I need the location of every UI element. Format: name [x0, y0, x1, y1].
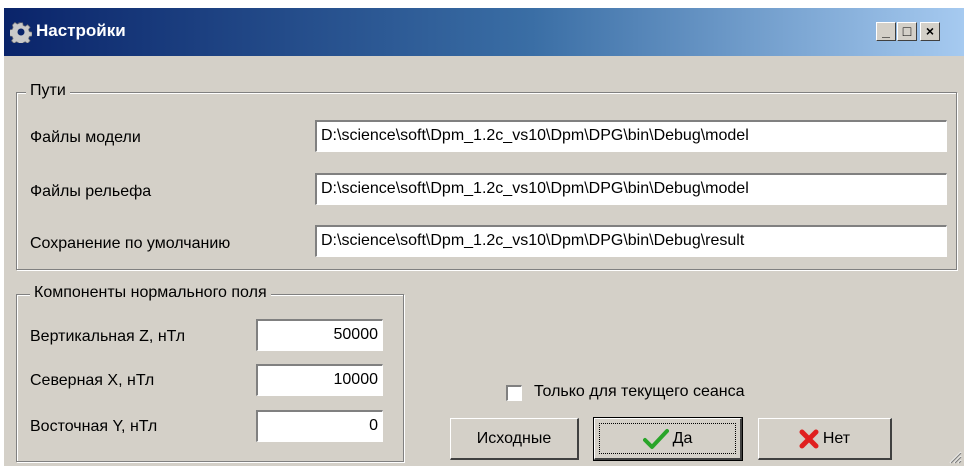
gear-icon [10, 22, 32, 43]
focus-rect [599, 423, 736, 454]
vertical-z-input[interactable]: 50000 [256, 319, 383, 351]
window-title: Настройки [36, 21, 126, 40]
default-save-input[interactable]: D:\science\soft\Dpm_1.2c_vs10\Dpm\DPG\bi… [315, 225, 947, 257]
normal-field-group-label: Компоненты нормального поля [30, 284, 271, 302]
no-button-label: Нет [822, 429, 851, 447]
yes-button[interactable]: Да [593, 417, 743, 461]
defaults-button-label: Исходные [476, 429, 552, 447]
maximize-button[interactable]: □ [897, 22, 917, 41]
minimize-button[interactable]: _ [876, 22, 896, 41]
relief-files-input[interactable]: D:\science\soft\Dpm_1.2c_vs10\Dpm\DPG\bi… [315, 173, 947, 205]
close-button[interactable]: × [920, 22, 940, 41]
relief-files-label: Файлы рельефа [30, 183, 152, 200]
settings-window: Настройки _ □ × Пути Файлы модели D:\sci… [4, 8, 964, 466]
east-y-input[interactable]: 0 [256, 410, 383, 442]
north-x-input[interactable]: 10000 [256, 364, 383, 396]
session-only-label[interactable]: Только для текущего сеанса [534, 383, 745, 401]
default-save-label: Сохранение по умолчанию [30, 235, 231, 252]
resize-grip-icon[interactable] [946, 448, 962, 464]
north-x-label: Северная X, нТл [30, 372, 155, 389]
defaults-button[interactable]: Исходные [450, 418, 579, 460]
vertical-z-label: Вертикальная Z, нТл [30, 328, 186, 345]
model-files-input[interactable]: D:\science\soft\Dpm_1.2c_vs10\Dpm\DPG\bi… [315, 120, 947, 152]
red-x-icon [799, 429, 819, 448]
paths-group-label: Пути [26, 82, 70, 100]
model-files-label: Файлы модели [30, 129, 141, 146]
session-only-checkbox[interactable] [506, 385, 522, 401]
east-y-label: Восточная Y, нТл [30, 418, 158, 435]
no-button[interactable]: Нет [758, 418, 892, 460]
title-bar[interactable]: Настройки _ □ × [4, 8, 964, 56]
